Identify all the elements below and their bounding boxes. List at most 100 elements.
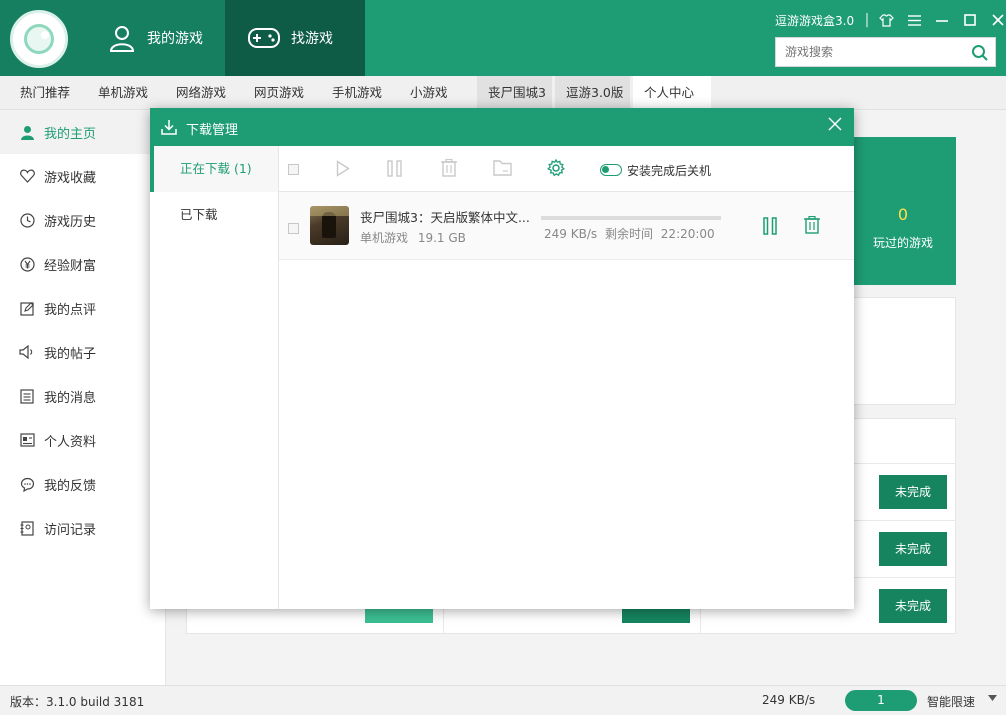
sidebar-item-label: 游戏收藏 (44, 170, 97, 186)
select-all-checkbox[interactable] (288, 164, 299, 175)
speed-limit-label[interactable]: 智能限速 (927, 693, 975, 710)
dialog-header: 下载管理 (150, 108, 854, 146)
tab-find-games-label: 找游戏 (291, 31, 333, 47)
play-icon[interactable] (336, 160, 350, 177)
tab-downloaded[interactable]: 已下载 (150, 192, 278, 238)
nav-item-douyou[interactable]: 逗游3.0版 (555, 76, 630, 110)
app-title: 逗游游戏盒3.0 (775, 14, 855, 28)
sidebar-item-wealth[interactable]: 经验财富 (0, 242, 165, 286)
nav-item-online[interactable]: 网络游戏 (165, 76, 237, 110)
sidebar-item-visits[interactable]: 访问记录 (0, 506, 165, 550)
sidebar-item-label: 访问记录 (44, 522, 97, 538)
user-icon (19, 124, 35, 140)
nav-item-web[interactable]: 网页游戏 (243, 76, 315, 110)
nav-item-personal[interactable]: 个人中心 (633, 76, 711, 110)
download-progress-bar (541, 216, 721, 220)
sidebar-item-label: 游戏历史 (44, 214, 97, 230)
download-toolbar: 安装完成后关机 (279, 146, 854, 192)
shutdown-toggle[interactable] (600, 164, 622, 176)
game-size: 19.1 GB (417, 231, 466, 245)
profile-card-icon (19, 432, 35, 448)
sidebar-item-reviews[interactable]: 我的点评 (0, 286, 165, 330)
sidebar-item-feedback[interactable]: 我的反馈 (0, 462, 165, 506)
nav-item-hot[interactable]: 热门推荐 (9, 76, 81, 110)
window-controls: | (862, 12, 1006, 28)
pause-icon[interactable] (387, 160, 402, 177)
category-nav: 热门推荐 单机游戏 网络游戏 网页游戏 手机游戏 小游戏 丧尸围城3 逗游3.0… (0, 76, 1006, 110)
sidebar-item-label: 经验财富 (44, 258, 97, 274)
stat-card-played[interactable]: 0 玩过的游戏 (850, 137, 956, 285)
edit-icon (19, 300, 35, 316)
download-icon (161, 120, 177, 135)
game-meta: 单机游戏 19.1 GB (360, 229, 466, 246)
minimize-icon[interactable] (928, 12, 956, 28)
version-label: 版本：3.1.0 build 3181 (10, 695, 145, 709)
search-input[interactable] (776, 39, 966, 65)
content-panel (852, 297, 956, 405)
maximize-icon[interactable] (956, 12, 984, 28)
task-status-button[interactable]: 未完成 (879, 475, 947, 509)
nav-item-mini[interactable]: 小游戏 (399, 76, 459, 110)
search-icon[interactable] (971, 44, 989, 62)
user-icon (109, 26, 135, 52)
gear-icon[interactable] (547, 159, 565, 177)
megaphone-icon (19, 344, 35, 360)
game-thumbnail (310, 206, 349, 245)
heart-icon (19, 168, 35, 184)
clock-icon (19, 212, 35, 228)
sidebar-item-label: 我的点评 (44, 302, 97, 318)
tab-my-games-label: 我的游戏 (147, 31, 203, 47)
tab-my-games[interactable]: 我的游戏 (85, 0, 225, 76)
sidebar-item-label: 个人资料 (44, 434, 97, 450)
download-item-checkbox[interactable] (288, 223, 299, 234)
app-header: 我的游戏 找游戏 逗游游戏盒3.0 | (0, 0, 1006, 76)
nav-item-zombie[interactable]: 丧尸围城3 (477, 76, 552, 110)
status-bar: 版本：3.1.0 build 3181 249 KB/s 1 智能限速 (0, 685, 1006, 715)
game-category: 单机游戏 (360, 231, 409, 245)
dialog-title: 下载管理 (186, 123, 239, 138)
divider: | (864, 12, 870, 28)
close-icon[interactable] (828, 117, 842, 131)
shutdown-toggle-label: 安装完成后关机 (627, 164, 712, 178)
download-manager-dialog: 下载管理 正在下载 (1) 已下载 安装完成后关机 丧尸围城3：天启版繁体中文.… (150, 108, 854, 609)
folder-icon[interactable] (493, 160, 512, 176)
sidebar: 我的主页 游戏收藏 游戏历史 经验财富 我的点评 我的帖子 我的消息 个人资料 … (0, 110, 166, 685)
divider (852, 520, 956, 521)
sidebar-item-messages[interactable]: 我的消息 (0, 374, 165, 418)
close-icon[interactable] (984, 12, 1006, 28)
tab-downloading[interactable]: 正在下载 (1) (150, 146, 278, 192)
download-status: 249 KB/s 剩余时间 22:20:00 (544, 225, 715, 242)
trash-icon[interactable] (804, 216, 820, 234)
sidebar-item-home[interactable]: 我的主页 (0, 110, 165, 154)
menu-icon[interactable] (900, 12, 928, 28)
divider (700, 609, 701, 633)
sidebar-item-history[interactable]: 游戏历史 (0, 198, 165, 242)
download-count-badge[interactable]: 1 (845, 690, 917, 711)
document-icon (19, 388, 35, 404)
sidebar-item-favorites[interactable]: 游戏收藏 (0, 154, 165, 198)
chevron-down-icon[interactable] (988, 695, 997, 701)
game-name: 丧尸围城3：天启版繁体中文... (360, 210, 530, 225)
stat-label: 玩过的游戏 (872, 236, 933, 250)
sidebar-item-profile[interactable]: 个人资料 (0, 418, 165, 462)
task-status-button-partial[interactable] (622, 609, 690, 623)
tab-find-games[interactable]: 找游戏 (225, 0, 365, 76)
trash-icon[interactable] (441, 159, 457, 177)
chat-bubble-icon (19, 476, 35, 492)
task-done-button-partial[interactable] (365, 609, 433, 623)
sidebar-item-posts[interactable]: 我的帖子 (0, 330, 165, 374)
yen-icon (19, 256, 35, 272)
task-status-button[interactable]: 未完成 (879, 589, 947, 623)
app-logo[interactable] (10, 10, 68, 68)
item-speed: 249 KB/s (544, 227, 598, 241)
pause-icon[interactable] (763, 217, 777, 235)
task-status-button[interactable]: 未完成 (879, 532, 947, 566)
remaining-label: 剩余时间 (604, 227, 653, 241)
header-tab-area: 我的游戏 找游戏 (0, 0, 365, 76)
skin-icon[interactable] (872, 12, 900, 28)
download-speed: 249 KB/s (762, 693, 816, 707)
nav-item-single[interactable]: 单机游戏 (87, 76, 159, 110)
nav-item-mobile[interactable]: 手机游戏 (321, 76, 393, 110)
record-book-icon (19, 520, 35, 536)
sidebar-item-label: 我的消息 (44, 390, 97, 406)
